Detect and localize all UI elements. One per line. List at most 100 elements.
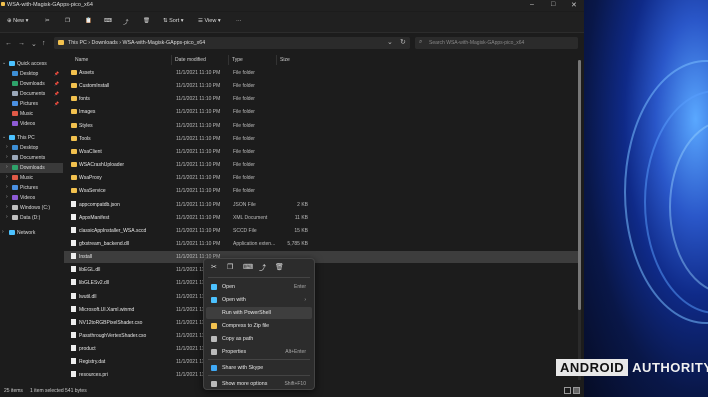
breadcrumb[interactable]: This PC › Downloads › WSA-with-Magisk-GA… bbox=[68, 40, 205, 46]
menu-item-share-with-skype[interactable]: Share with Skype bbox=[206, 362, 312, 374]
table-row[interactable]: AppxManifest 11/1/2021 11:10 PM XML Docume… bbox=[64, 212, 578, 224]
view-button[interactable]: ☰ View ▾ bbox=[198, 18, 221, 24]
vertical-scrollbar[interactable] bbox=[578, 60, 581, 380]
details-view-icon[interactable] bbox=[564, 387, 571, 394]
menu-item-copy-as-path[interactable]: Copy as path bbox=[206, 333, 312, 345]
column-header-size[interactable]: Size bbox=[280, 57, 290, 63]
sidebar-item-windows-c[interactable]: › Windows (C:) bbox=[0, 203, 63, 213]
column-divider[interactable] bbox=[171, 55, 172, 65]
table-row[interactable]: Registry.dat 11/1/2021 11:10 PM bbox=[64, 356, 578, 368]
table-row[interactable]: lwutil.dll 11/1/2021 11:10 PM bbox=[64, 291, 578, 303]
menu-item-open-with[interactable]: Open with › bbox=[206, 294, 312, 306]
column-divider[interactable] bbox=[228, 55, 229, 65]
sidebar-item-data-d[interactable]: › Data (D:) bbox=[0, 213, 63, 223]
sidebar-item-music[interactable]: › Music bbox=[0, 173, 63, 183]
new-button[interactable]: ⊕ New ▾ bbox=[7, 18, 28, 24]
table-row[interactable]: fonts 11/1/2021 11:10 PM File folder bbox=[64, 93, 578, 105]
cut-icon[interactable]: ✂ bbox=[45, 18, 50, 24]
table-row[interactable]: Tools 11/1/2021 11:10 PM File folder bbox=[64, 133, 578, 145]
chevron-right-icon[interactable]: › bbox=[6, 184, 8, 190]
table-row[interactable]: resources.pri 11/1/2021 11:10 PM bbox=[64, 369, 578, 381]
chevron-down-icon[interactable]: ⌄ bbox=[2, 134, 6, 140]
copy-icon[interactable]: ❐ bbox=[65, 18, 70, 24]
sidebar-item-videos[interactable]: Videos bbox=[0, 119, 63, 129]
menu-item-compress-to-zip-file[interactable]: Compress to Zip file bbox=[206, 320, 312, 332]
sidebar-item-network[interactable]: › Network bbox=[0, 228, 63, 238]
chevron-right-icon[interactable]: › bbox=[6, 194, 8, 200]
sidebar-item-downloads[interactable]: Downloads 📌 bbox=[0, 79, 63, 89]
forward-icon[interactable]: → bbox=[18, 40, 25, 47]
sidebar-item-desktop[interactable]: Desktop 📌 bbox=[0, 69, 63, 79]
menu-item-run-with-powershell[interactable]: Run with PowerShell bbox=[206, 307, 312, 319]
table-row[interactable]: gfxstream_backend.dll 11/1/2021 11:10 PM A… bbox=[64, 238, 578, 250]
sidebar-item-pictures[interactable]: Pictures 📌 bbox=[0, 99, 63, 109]
sidebar-item-music[interactable]: Music bbox=[0, 109, 63, 119]
address-dropdown-icon[interactable]: ⌄ bbox=[387, 38, 393, 46]
copy-icon[interactable]: ❐ bbox=[227, 263, 233, 271]
recent-locations-icon[interactable]: ⌄ bbox=[31, 40, 37, 48]
more-options-button[interactable]: ··· bbox=[236, 18, 242, 24]
menu-item-show-more-options[interactable]: Show more options Shift+F10 bbox=[206, 378, 312, 390]
table-row[interactable]: product 11/1/2021 11:10 PM bbox=[64, 343, 578, 355]
rename-icon[interactable]: ⌨ bbox=[104, 18, 112, 24]
sidebar-item-this-pc[interactable]: ⌄ This PC bbox=[0, 133, 63, 143]
chevron-down-icon[interactable]: ⌄ bbox=[2, 60, 6, 66]
chevron-right-icon[interactable]: › bbox=[6, 214, 8, 220]
delete-icon[interactable]: 🗑 bbox=[143, 18, 150, 24]
column-header-date[interactable]: Date modified bbox=[175, 57, 206, 63]
share-icon[interactable]: ⤴ bbox=[259, 263, 266, 273]
table-row[interactable]: PassthroughVertexShader.cso 11/1/2021 11:… bbox=[64, 330, 578, 342]
scrollbar-thumb[interactable] bbox=[578, 60, 581, 310]
cut-icon[interactable]: ✂ bbox=[211, 263, 217, 271]
sidebar-item-quick-access[interactable]: ⌄ Quick access bbox=[0, 59, 63, 69]
table-row[interactable]: Styles 11/1/2021 11:10 PM File folder bbox=[64, 120, 578, 132]
chevron-right-icon[interactable]: › bbox=[6, 154, 8, 160]
table-row[interactable]: WsaService 11/1/2021 11:10 PM File folder bbox=[64, 185, 578, 197]
chevron-right-icon[interactable]: › bbox=[2, 229, 4, 235]
table-row[interactable]: appcompatdb.json 11/1/2021 11:10 PM JSON F… bbox=[64, 199, 578, 211]
column-header-name[interactable]: Name bbox=[75, 57, 88, 63]
address-bar[interactable]: This PC › Downloads › WSA-with-Magisk-GA… bbox=[54, 37, 410, 49]
table-row[interactable]: NV12toRGBPixelShader.cso 11/1/2021 11:10 … bbox=[64, 317, 578, 329]
maximize-icon[interactable]: □ bbox=[551, 1, 555, 8]
table-row[interactable]: Install 11/1/2021 11:10 PM bbox=[64, 251, 578, 264]
rename-icon[interactable]: ⌨ bbox=[243, 263, 253, 271]
sidebar-item-documents[interactable]: Documents 📌 bbox=[0, 89, 63, 99]
sidebar-item-desktop[interactable]: › Desktop bbox=[0, 143, 63, 153]
up-icon[interactable]: ↑ bbox=[42, 40, 46, 47]
minimize-icon[interactable]: – bbox=[530, 1, 534, 8]
delete-icon[interactable]: 🗑 bbox=[275, 263, 284, 271]
share-icon[interactable]: ⤴ bbox=[123, 18, 129, 26]
chevron-right-icon[interactable]: › bbox=[6, 144, 8, 150]
file-name: Tools bbox=[79, 135, 91, 142]
column-header-type[interactable]: Type bbox=[232, 57, 243, 63]
chevron-right-icon[interactable]: › bbox=[6, 164, 8, 170]
column-divider[interactable] bbox=[276, 55, 277, 65]
sort-button[interactable]: ⇅ Sort ▾ bbox=[163, 18, 184, 24]
menu-item-properties[interactable]: Properties Alt+Enter bbox=[206, 346, 312, 358]
sidebar-item-downloads-selected[interactable]: › Downloads bbox=[0, 163, 63, 173]
back-icon[interactable]: ← bbox=[5, 40, 12, 47]
table-row[interactable]: Images 11/1/2021 11:10 PM File folder bbox=[64, 106, 578, 118]
table-row[interactable]: WSACrashUploader 11/1/2021 11:10 PM File f… bbox=[64, 159, 578, 171]
table-row[interactable]: WsaProxy 11/1/2021 11:10 PM File folder bbox=[64, 172, 578, 184]
sidebar-item-videos[interactable]: › Videos bbox=[0, 193, 63, 203]
table-row[interactable]: CustomInstall 11/1/2021 11:10 PM File fold… bbox=[64, 80, 578, 92]
chevron-right-icon[interactable]: › bbox=[6, 174, 8, 180]
sidebar-item-documents[interactable]: › Documents bbox=[0, 153, 63, 163]
table-row[interactable]: Assets 11/1/2021 11:10 PM File folder bbox=[64, 67, 578, 79]
table-row[interactable]: WsaClient 11/1/2021 11:10 PM File folder bbox=[64, 146, 578, 158]
menu-item-open[interactable]: Open Enter bbox=[206, 281, 312, 293]
paste-icon[interactable]: 📋 bbox=[85, 18, 92, 24]
table-row[interactable]: classicAppInstaller_WSA.sccd 11/1/2021 11… bbox=[64, 225, 578, 237]
sidebar-item-pictures[interactable]: › Pictures bbox=[0, 183, 63, 193]
search-box[interactable]: ⌕ Search WSA-with-Magisk-GApps-pico_x64 bbox=[415, 37, 578, 49]
sidebar-item-label: Pictures bbox=[20, 101, 39, 107]
chevron-right-icon[interactable]: › bbox=[6, 204, 8, 210]
refresh-icon[interactable]: ↻ bbox=[400, 38, 406, 46]
close-icon[interactable]: ✕ bbox=[571, 1, 577, 9]
table-row[interactable]: libEGL.dll 11/1/2021 11:10 PM bbox=[64, 264, 578, 276]
tiles-view-icon[interactable] bbox=[573, 387, 580, 394]
table-row[interactable]: Microsoft.UI.Xaml.winmd 11/1/2021 11:10 P… bbox=[64, 304, 578, 316]
table-row[interactable]: libGLESv2.dll 11/1/2021 11:10 PM bbox=[64, 277, 578, 289]
